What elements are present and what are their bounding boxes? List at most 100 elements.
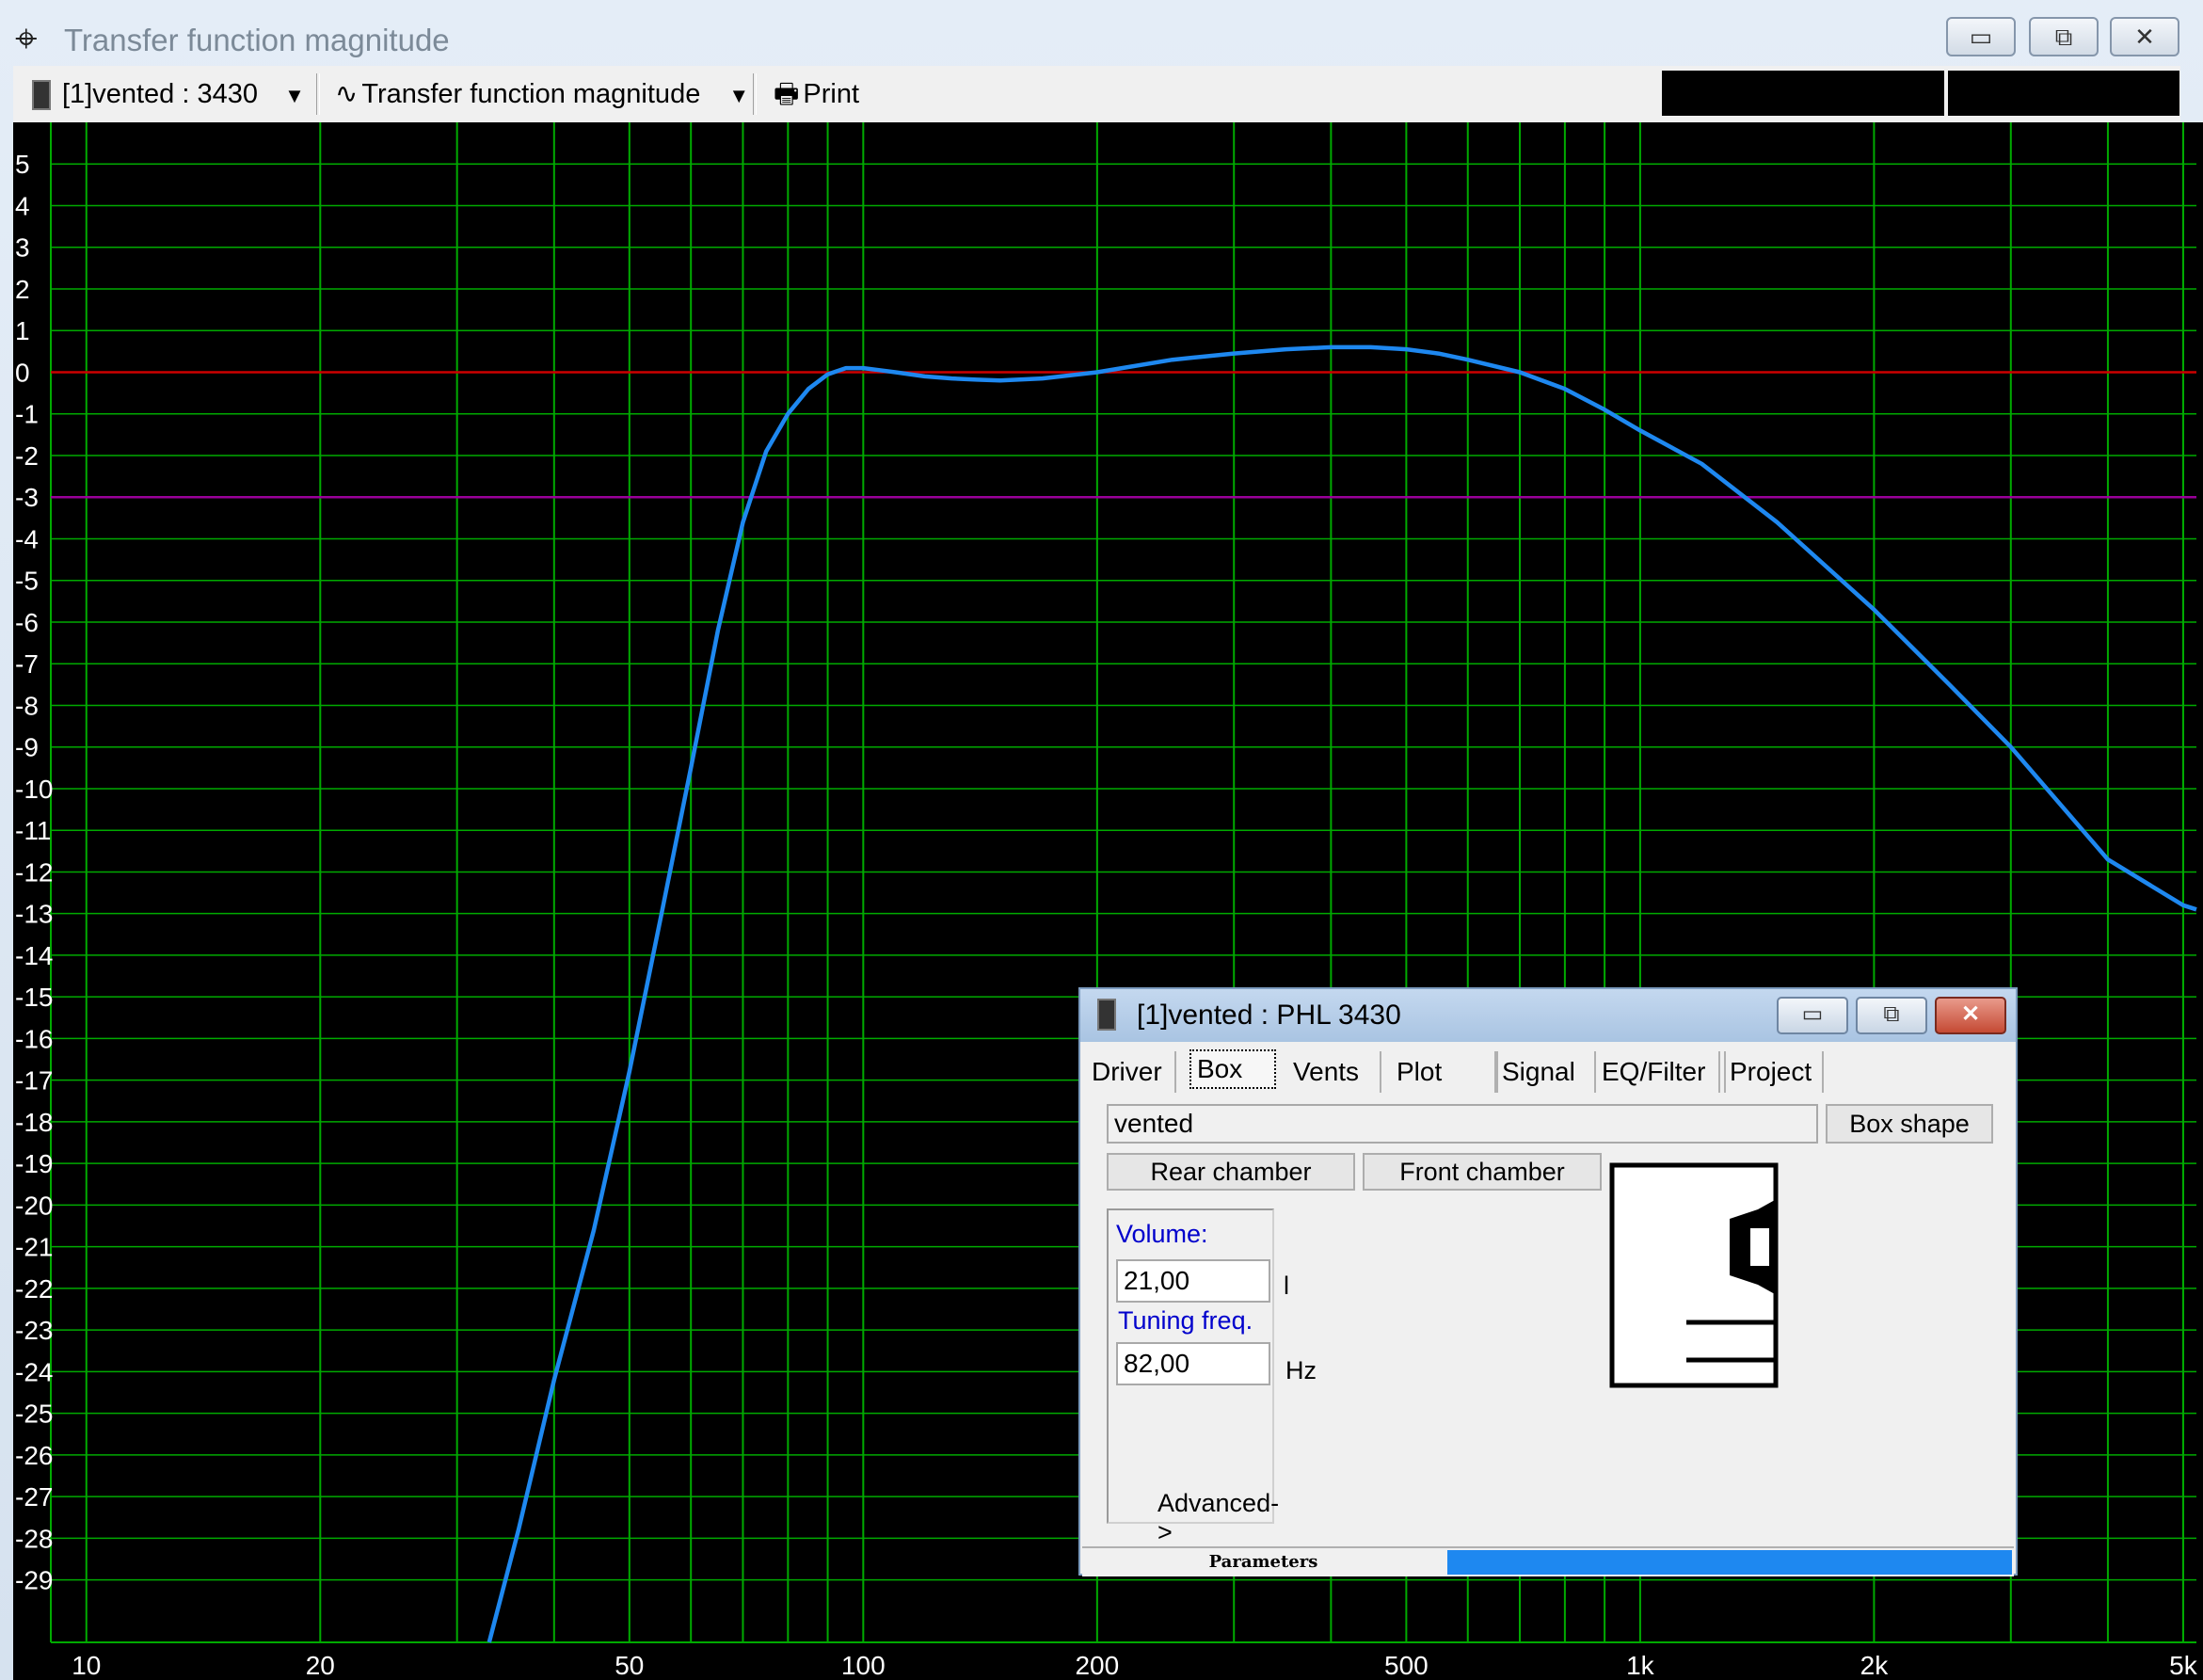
- y-tick-label: -14: [15, 941, 53, 970]
- toolbar: [1]vented : 3430 ▼ ∿ Transfer function ma…: [13, 66, 2180, 123]
- y-tick-label: 2: [15, 275, 30, 304]
- y-tick-label: -7: [15, 649, 39, 679]
- tuning-freq-unit: Hz: [1285, 1356, 1317, 1384]
- dialog-status-bar: Parameters: [1082, 1546, 2014, 1576]
- speaker-icon: [32, 80, 51, 111]
- rear-chamber-button[interactable]: Rear chamber: [1107, 1153, 1355, 1191]
- tab-vents[interactable]: Vents: [1287, 1051, 1381, 1093]
- crosshair-icon: ⌖: [15, 16, 38, 60]
- dialog-close-button[interactable]: ✕: [1935, 997, 2006, 1034]
- status-display-2: [1948, 71, 2179, 116]
- x-tick-label: 1k: [1626, 1651, 1655, 1680]
- y-tick-label: -12: [15, 857, 53, 887]
- close-icon: ✕: [1960, 1001, 1981, 1027]
- box-parameters-dialog: [1]vented : PHL 3430 ▭ ⧉ ✕ Driver Box Ve…: [1078, 987, 2018, 1576]
- volume-input[interactable]: 21,00: [1116, 1259, 1270, 1303]
- plot-selector-label: Transfer function magnitude: [361, 79, 701, 109]
- y-tick-label: -15: [15, 983, 53, 1012]
- minimize-icon: ▭: [1969, 23, 1993, 51]
- y-tick-label: -28: [15, 1524, 53, 1553]
- close-button[interactable]: ✕: [2110, 17, 2179, 56]
- y-tick-label: -4: [15, 524, 39, 553]
- printer-icon: 🖶: [774, 79, 800, 109]
- close-icon: ✕: [2134, 23, 2155, 51]
- minimize-button[interactable]: ▭: [1946, 17, 2016, 56]
- chevron-down-icon: ▼: [728, 84, 750, 107]
- y-tick-label: -29: [15, 1566, 53, 1595]
- y-tick-label: -18: [15, 1108, 53, 1137]
- toolbar-separator: [316, 73, 320, 115]
- plot-selector[interactable]: ∿ Transfer function magnitude ▼: [335, 66, 749, 122]
- x-tick-label: 50: [615, 1651, 644, 1680]
- box-shape-button[interactable]: Box shape: [1826, 1104, 1993, 1144]
- y-tick-label: -24: [15, 1357, 53, 1386]
- chevron-down-icon: ▼: [284, 84, 305, 107]
- tab-signal[interactable]: Signal: [1496, 1051, 1609, 1093]
- speaker-icon: [1097, 999, 1116, 1031]
- y-tick-label: -20: [15, 1191, 53, 1220]
- x-tick-label: 100: [841, 1651, 886, 1680]
- volume-unit: l: [1284, 1272, 1289, 1300]
- y-tick-label: -2: [15, 441, 39, 471]
- y-tick-label: -13: [15, 900, 53, 929]
- y-tick-label: -27: [15, 1482, 53, 1512]
- y-tick-label: -19: [15, 1149, 53, 1178]
- y-tick-label: -25: [15, 1400, 53, 1429]
- y-tick-label: -22: [15, 1274, 53, 1304]
- tab-driver[interactable]: Driver: [1086, 1051, 1176, 1093]
- tab-box[interactable]: Box: [1189, 1049, 1276, 1089]
- y-tick-label: -16: [15, 1024, 53, 1053]
- y-tick-label: 3: [15, 233, 30, 263]
- y-tick-label: -23: [15, 1316, 53, 1345]
- advanced-button[interactable]: Advanced->: [1157, 1489, 1279, 1547]
- y-tick-label: -11: [15, 816, 51, 845]
- rear-chamber-panel: Volume: 21,00 Tuning freq. 82,00 Advance…: [1107, 1208, 1279, 1546]
- restore-button[interactable]: ⧉: [2029, 17, 2099, 56]
- dialog-restore-button[interactable]: ⧉: [1856, 997, 1927, 1034]
- y-tick-label: 0: [15, 358, 30, 387]
- y-tick-label: 5: [15, 150, 30, 179]
- y-tick-label: -10: [15, 775, 53, 804]
- dialog-title: [1]vented : PHL 3430: [1137, 1000, 1401, 1031]
- status-progress-bar: [1447, 1550, 2012, 1575]
- y-tick-label: -3: [15, 483, 39, 512]
- x-tick-label: 5k: [2169, 1651, 2198, 1680]
- y-tick-label: 4: [15, 191, 30, 220]
- print-button[interactable]: 🖶 Print: [774, 66, 859, 122]
- restore-icon: ⧉: [1883, 1001, 1900, 1027]
- y-tick-label: -8: [15, 691, 39, 720]
- project-selector[interactable]: [1]vented : 3430 ▼: [32, 66, 305, 122]
- y-tick-label: -1: [15, 400, 39, 429]
- window-title: Transfer function magnitude: [64, 23, 450, 57]
- dialog-title-bar[interactable]: [1]vented : PHL 3430 ▭ ⧉ ✕: [1080, 989, 2016, 1042]
- y-tick-label: -17: [15, 1066, 53, 1096]
- status-label: Parameters: [1208, 1552, 1318, 1572]
- y-tick-label: -6: [15, 608, 39, 637]
- x-tick-label: 2k: [1860, 1651, 1890, 1680]
- minimize-icon: ▭: [1801, 1001, 1824, 1027]
- waveform-icon: ∿: [335, 79, 359, 109]
- print-label: Print: [803, 79, 860, 109]
- vented-box-diagram-icon: [1609, 1162, 1779, 1388]
- y-tick-label: -5: [15, 567, 39, 596]
- box-type-field: vented: [1107, 1104, 1818, 1144]
- x-tick-label: 10: [72, 1651, 101, 1680]
- project-selector-label: [1]vented : 3430: [62, 79, 258, 109]
- y-tick-label: -21: [15, 1233, 53, 1262]
- y-tick-label: -9: [15, 733, 39, 762]
- x-tick-label: 200: [1075, 1651, 1119, 1680]
- main-window: ⌖ Transfer function magnitude ▭ ⧉ ✕ [1]v…: [0, 0, 2203, 1680]
- tab-project[interactable]: Project: [1724, 1051, 1824, 1093]
- status-display-1: [1662, 71, 1944, 116]
- y-tick-label: 1: [15, 316, 30, 345]
- tab-plot[interactable]: Plot: [1391, 1051, 1496, 1093]
- x-tick-label: 20: [306, 1651, 335, 1680]
- tab-eq-filter[interactable]: EQ/Filter: [1594, 1051, 1726, 1093]
- restore-icon: ⧉: [2054, 23, 2073, 51]
- y-tick-label: -26: [15, 1441, 53, 1470]
- tuning-freq-label: Tuning freq.: [1118, 1306, 1253, 1335]
- dialog-minimize-button[interactable]: ▭: [1777, 997, 1848, 1034]
- x-tick-label: 500: [1384, 1651, 1429, 1680]
- tuning-freq-input[interactable]: 82,00: [1116, 1342, 1270, 1385]
- front-chamber-button[interactable]: Front chamber: [1363, 1153, 1602, 1191]
